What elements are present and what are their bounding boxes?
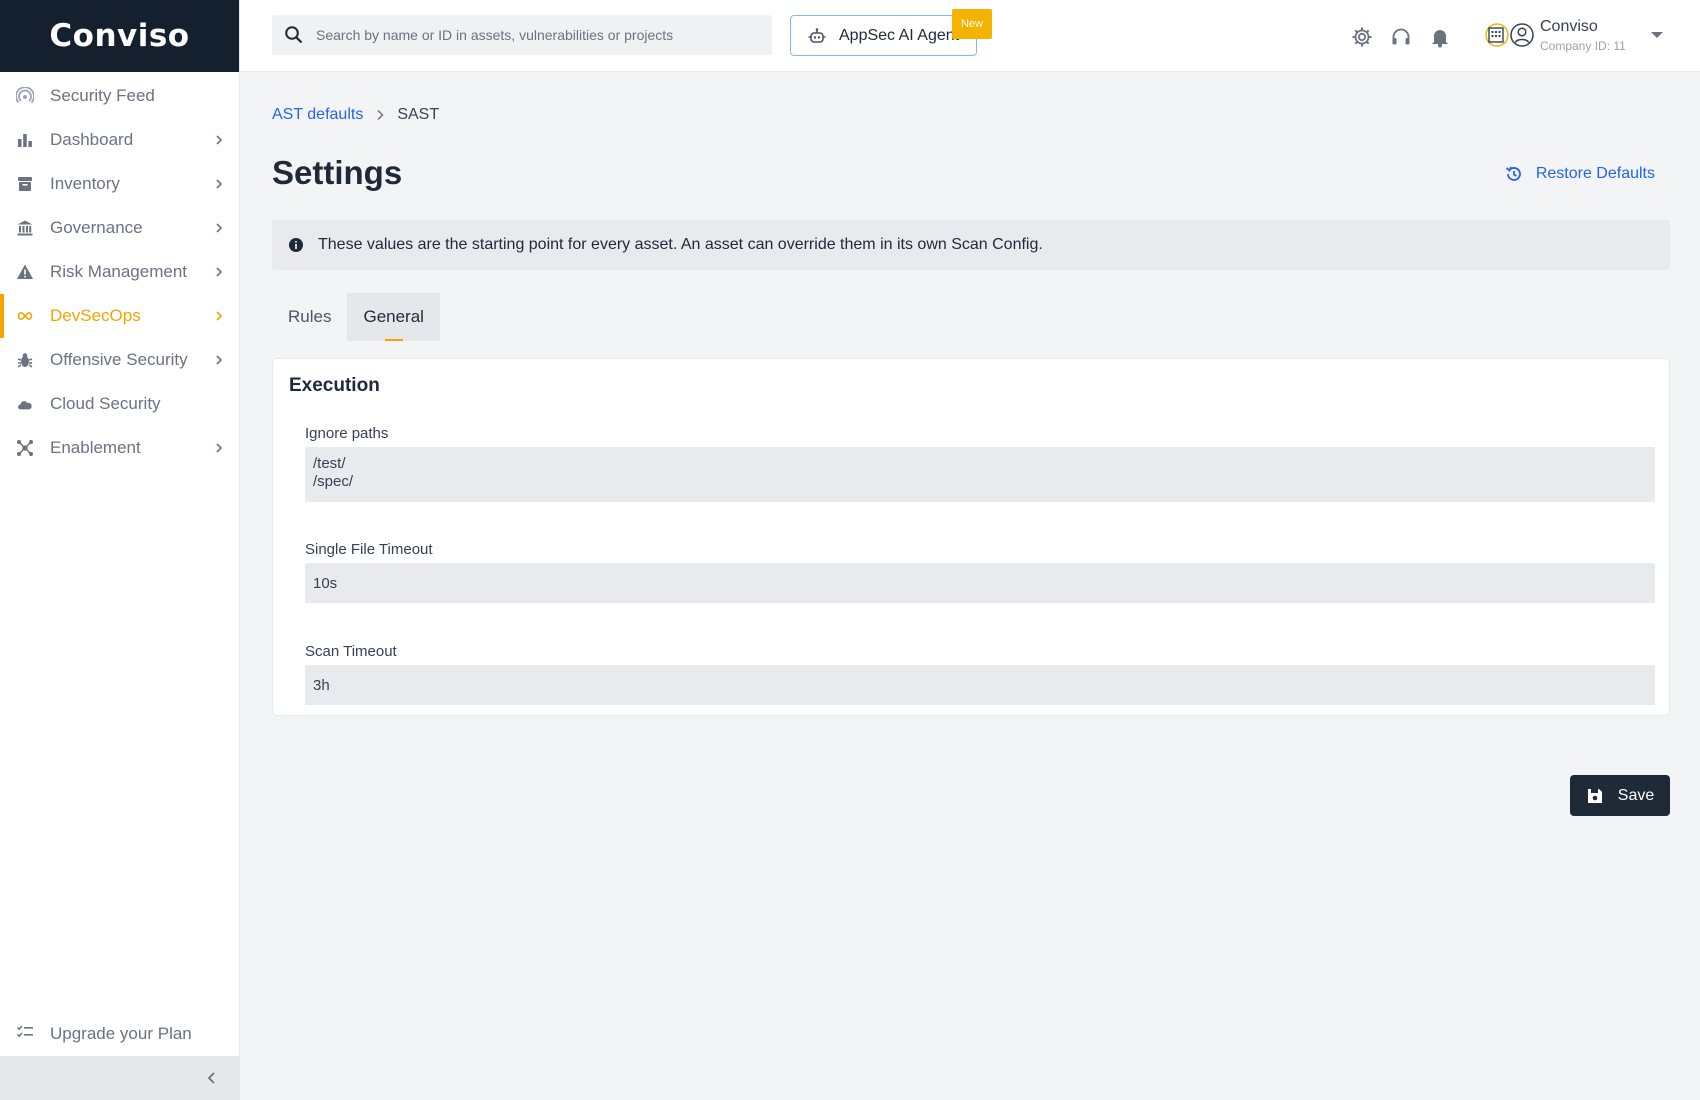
sidebar-item-governance[interactable]: Governance <box>0 206 239 250</box>
chevron-right-icon <box>377 109 384 121</box>
gear-icon[interactable] <box>1351 26 1373 48</box>
appsec-ai-agent-label: AppSec AI Agent <box>839 26 960 44</box>
search-icon <box>285 26 303 44</box>
sidebar-item-label: Inventory <box>50 174 120 193</box>
breadcrumb-current: SAST <box>397 106 440 123</box>
user-icon <box>1510 23 1534 47</box>
bug-icon <box>16 351 34 369</box>
sidebar-nav: Security Feed Dashboard Inventory Govern… <box>0 72 239 470</box>
scan-timeout-label: Scan Timeout <box>305 643 397 660</box>
sidebar-item-offensive-security[interactable]: Offensive Security <box>0 338 239 382</box>
logo-text: Conviso <box>49 18 190 54</box>
info-banner: These values are the starting point for … <box>272 220 1670 270</box>
bell-icon[interactable] <box>1429 26 1451 48</box>
chevron-right-icon <box>216 223 223 233</box>
appsec-ai-agent-button[interactable]: AppSec AI Agent <box>790 15 977 56</box>
chevron-right-icon <box>216 179 223 189</box>
restore-defaults-button[interactable]: Restore Defaults <box>1504 164 1655 184</box>
sidebar-collapse-button[interactable] <box>0 1056 240 1100</box>
new-badge: New <box>952 9 992 39</box>
sidebar-item-cloud-security[interactable]: Cloud Security <box>0 382 239 426</box>
sidebar-item-dashboard[interactable]: Dashboard <box>0 118 239 162</box>
bank-icon <box>16 219 34 237</box>
caret-down-icon[interactable] <box>1650 30 1664 40</box>
cloud-icon <box>16 395 34 413</box>
sidebar-item-label: Cloud Security <box>50 394 161 413</box>
ignore-paths-field[interactable]: /test/ /spec/ <box>305 447 1655 502</box>
sidebar-item-label: DevSecOps <box>50 306 141 325</box>
chevron-right-icon <box>216 267 223 277</box>
sidebar-item-security-feed[interactable]: Security Feed <box>0 74 239 118</box>
sidebar-item-enablement[interactable]: Enablement <box>0 426 239 470</box>
search-input[interactable] <box>316 27 756 43</box>
execution-card: Execution Ignore paths /test/ /spec/ Sin… <box>272 358 1670 716</box>
upgrade-plan-link[interactable]: Upgrade your Plan <box>0 1014 240 1054</box>
chevron-right-icon <box>216 135 223 145</box>
restore-defaults-label: Restore Defaults <box>1535 165 1655 182</box>
sidebar-item-devsecops[interactable]: DevSecOps <box>0 294 239 338</box>
ignore-paths-label: Ignore paths <box>305 425 389 442</box>
checklist-icon <box>16 1023 34 1046</box>
sidebar-item-inventory[interactable]: Inventory <box>0 162 239 206</box>
tab-general[interactable]: General <box>347 293 440 341</box>
sidebar-item-risk-management[interactable]: Risk Management <box>0 250 239 294</box>
robot-icon <box>808 27 826 43</box>
chevron-right-icon <box>216 355 223 365</box>
sidebar-item-label: Enablement <box>50 438 141 457</box>
page-title: Settings <box>272 154 403 191</box>
info-text: These values are the starting point for … <box>318 236 1043 253</box>
company-avatar[interactable] <box>1484 20 1536 50</box>
floppy-disk-icon <box>1587 788 1602 803</box>
upgrade-plan-label: Upgrade your Plan <box>50 1024 192 1043</box>
sidebar-item-label: Security Feed <box>50 86 155 105</box>
company-name: Conviso <box>1540 18 1598 35</box>
hub-icon <box>16 439 34 457</box>
tabs: Rules General <box>272 293 440 341</box>
sidebar-item-label: Governance <box>50 218 143 237</box>
info-icon <box>289 238 303 252</box>
sidebar-item-label: Offensive Security <box>50 350 188 369</box>
save-label: Save <box>1617 786 1655 804</box>
topbar: AppSec AI Agent New Conviso Company ID: … <box>240 0 1700 72</box>
chevron-left-icon <box>207 1072 215 1084</box>
section-title: Execution <box>289 375 380 396</box>
sidebar-item-label: Risk Management <box>50 262 188 281</box>
sidebar: Conviso Security Feed Dashboard Inventor… <box>0 0 240 1100</box>
infinity-icon <box>16 307 34 325</box>
scan-timeout-field[interactable] <box>305 665 1655 705</box>
logo[interactable]: Conviso <box>0 0 239 72</box>
chevron-right-icon <box>216 443 223 453</box>
archive-icon <box>16 175 34 193</box>
company-info[interactable]: Conviso Company ID: 11 <box>1540 18 1626 53</box>
save-button[interactable]: Save <box>1570 775 1670 816</box>
tab-rules[interactable]: Rules <box>272 293 347 341</box>
headset-icon[interactable] <box>1390 26 1412 48</box>
single-file-timeout-label: Single File Timeout <box>305 541 433 558</box>
breadcrumb-parent-link[interactable]: AST defaults <box>272 106 363 124</box>
company-id: Company ID: 11 <box>1540 39 1626 53</box>
sidebar-item-label: Dashboard <box>50 130 134 149</box>
bar-chart-icon <box>16 131 34 149</box>
rss-icon <box>16 87 34 105</box>
breadcrumb: AST defaults SAST <box>272 106 439 124</box>
warning-icon <box>16 263 34 281</box>
global-search[interactable] <box>272 15 772 55</box>
chevron-right-icon <box>216 311 223 321</box>
history-icon <box>1505 166 1521 181</box>
single-file-timeout-field[interactable] <box>305 563 1655 603</box>
